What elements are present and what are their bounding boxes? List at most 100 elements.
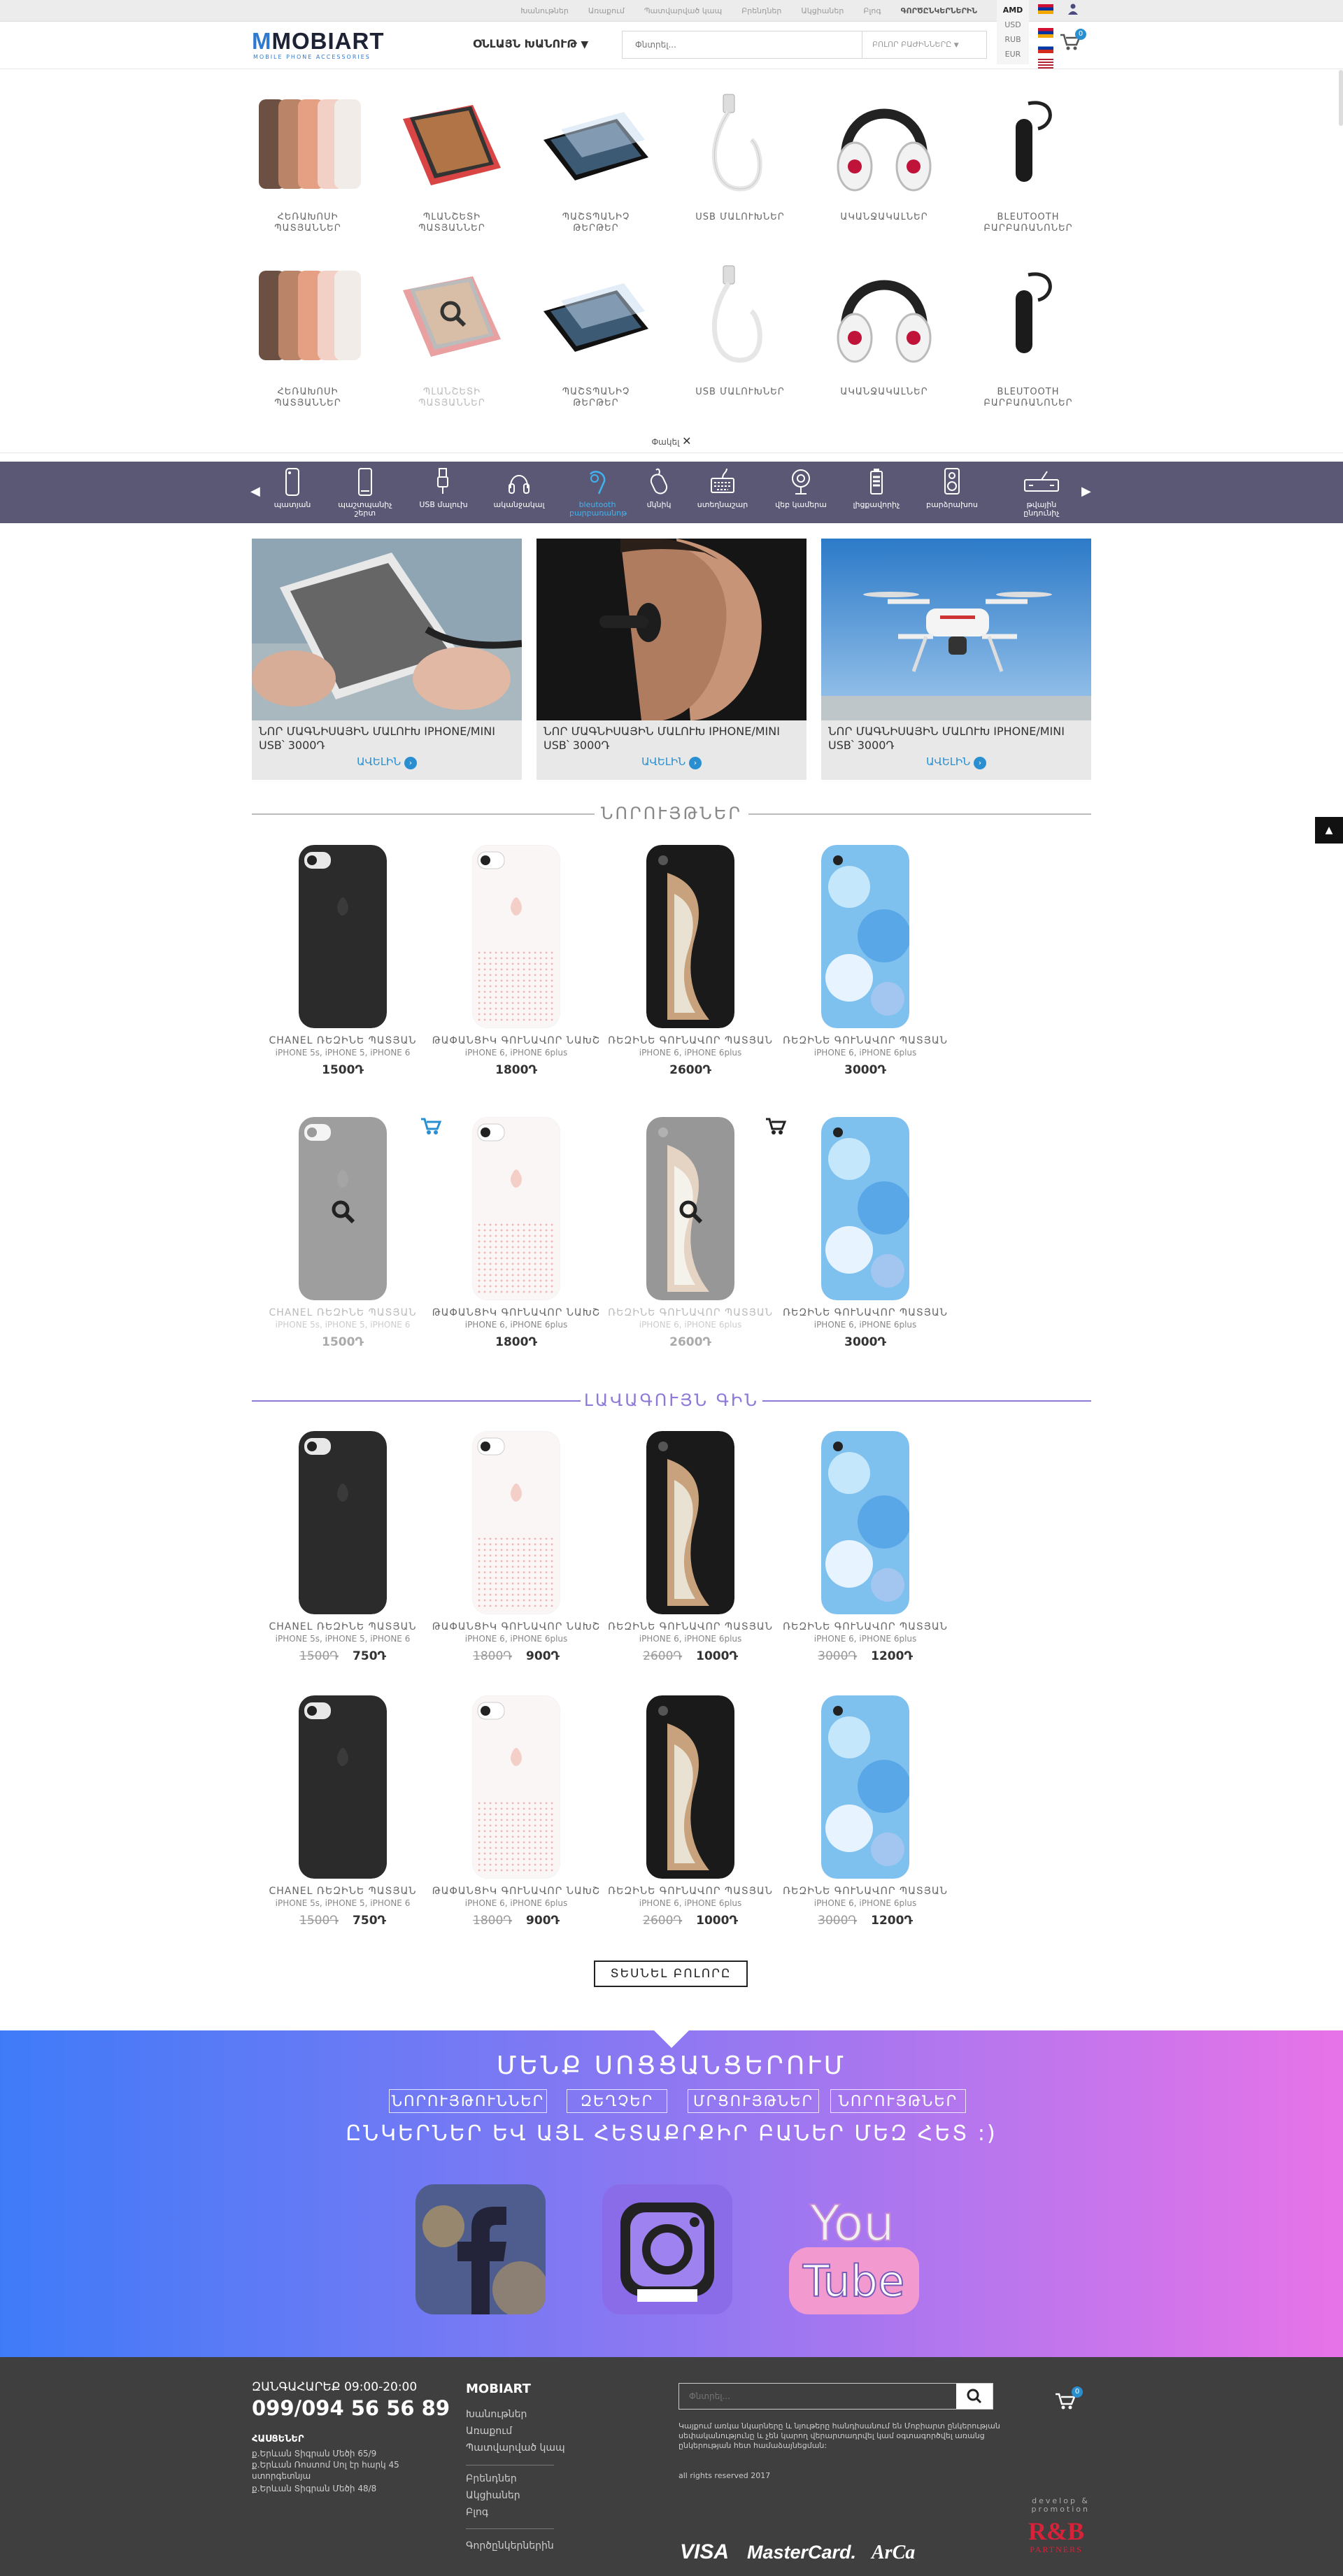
- header-cart[interactable]: 0: [1060, 29, 1086, 54]
- footer-link-brands[interactable]: Բրենդներ: [466, 2470, 520, 2487]
- product-card[interactable]: ՌԵԶԻՆԵ ԳՈՒՆԱՎՈՐ ՊԱՏՅԱՆ iPHONE 6, iPHONE …: [778, 1117, 953, 1355]
- top-nav-stores[interactable]: Խանութներ: [520, 6, 569, 15]
- category-label[interactable]: BLEUTOOTH ԲԱՐԲԱՌԱՆՈՆԵՐ: [972, 387, 1084, 409]
- category-label[interactable]: ԱԿԱՆՋԱԿԱԼՆԵՐ: [828, 387, 940, 398]
- headphones-image[interactable]: [828, 91, 940, 196]
- nav-item-protectors[interactable]: պաշտպանիչ շերտ: [337, 467, 393, 518]
- social-tag[interactable]: ՆՈՐՈՒՅԹՆԵՐ: [830, 2089, 966, 2113]
- usb-cables-image[interactable]: [684, 262, 796, 367]
- user-icon[interactable]: [1068, 3, 1078, 15]
- social-tag[interactable]: ԶԵՂՉԵՐ: [567, 2089, 667, 2113]
- product-card[interactable]: ՌԵԶԻՆԵ ԳՈՒՆԱՎՈՐ ՊԱՏՅԱՆ iPHONE 6, iPHONE …: [603, 1695, 778, 1933]
- top-nav-delivery[interactable]: Առաքում: [588, 6, 625, 15]
- russian-flag-icon[interactable]: [1038, 43, 1053, 53]
- product-card[interactable]: ՌԵԶԻՆԵ ԳՈՒՆԱՎՈՐ ՊԱՏՅԱՆ iPHONE 6, iPHONE …: [778, 1431, 953, 1669]
- product-name[interactable]: ԹԱՓԱՆՑԻԿ ԳՈՒՆԱՎՈՐ ՆԱԽՇ: [429, 1886, 604, 1897]
- product-name[interactable]: ԹԱՓԱՆՑԻԿ ԳՈՒՆԱՎՈՐ ՆԱԽՇ: [429, 1621, 604, 1632]
- product-image[interactable]: [299, 1431, 387, 1614]
- product-card[interactable]: ԹԱՓԱՆՑԻԿ ԳՈՒՆԱՎՈՐ ՆԱԽՇ iPHONE 6, iPHONE …: [429, 1431, 604, 1669]
- banner-more-link[interactable]: ԱՎԵԼԻՆ ›: [252, 755, 522, 769]
- category-label[interactable]: BLEUTOOTH ԲԱՐԲԱՌԱՆՈՆԵՐ: [972, 212, 1084, 234]
- product-name[interactable]: ԹԱՓԱՆՑԻԿ ԳՈՒՆԱՎՈՐ ՆԱԽՇ: [429, 1035, 604, 1046]
- product-card[interactable]: ԹԱՓԱՆՑԻԿ ԳՈՒՆԱՎՈՐ ՆԱԽՇ iPHONE 6, iPHONE …: [429, 1117, 604, 1355]
- bluetooth-headset-image[interactable]: [972, 91, 1084, 196]
- search-category-select[interactable]: ԲՈԼՈՐ ԲԱԺԻՆՆԵՐԸ ▼: [862, 31, 988, 58]
- top-nav-blog[interactable]: Բլոգ: [863, 6, 881, 15]
- product-image[interactable]: [646, 1431, 734, 1614]
- footer-link-contact[interactable]: Պատվարված կապ: [466, 2440, 565, 2456]
- nav-item-speaker[interactable]: բարձրախոս: [924, 467, 980, 509]
- bluetooth-headset-image[interactable]: [972, 262, 1084, 367]
- nav-item-usb[interactable]: USB մալուխ: [415, 467, 471, 509]
- product-image[interactable]: [299, 845, 387, 1028]
- product-card[interactable]: ԹԱՓԱՆՑԻԿ ԳՈՒՆԱՎՈՐ ՆԱԽՇ iPHONE 6, iPHONE …: [429, 845, 604, 1083]
- category-label[interactable]: USB ՄԱԼՈՒԽՆԵՐ: [684, 212, 796, 223]
- top-nav-brands[interactable]: Բրենդներ: [741, 6, 781, 15]
- currency-rub[interactable]: RUB: [997, 32, 1029, 47]
- category-label[interactable]: ՊԱՇՏՊԱՆԻՉ ԹԵՐԹԵՐ: [540, 387, 652, 409]
- product-name[interactable]: CHANEL ՌԵԶԻՆԵ ՊԱՏՅԱՆ: [255, 1035, 430, 1046]
- top-nav-sales[interactable]: Ակցիաներ: [801, 6, 844, 15]
- product-card[interactable]: ՌԵԶԻՆԵ ԳՈՒՆԱՎՈՐ ՊԱՏՅԱՆ iPHONE 6, iPHONE …: [778, 1695, 953, 1933]
- promo-banner[interactable]: ՆՈՐ ՄԱԳՆԻՍԱՅԻՆ ՄԱԼՈՒԽ IPHONE/MINI USB՝ 3…: [821, 539, 1091, 780]
- footer-search-input[interactable]: [679, 2384, 956, 2409]
- nav-item-cases[interactable]: պատյան: [264, 467, 320, 509]
- product-card[interactable]: CHANEL ՌԵԶԻՆԵ ՊԱՏՅԱՆ iPHONE 5s, iPHONE 5…: [255, 845, 430, 1083]
- product-image[interactable]: [472, 1431, 560, 1614]
- top-nav-partners[interactable]: ԳՈՐԾԸՆԿԵՐՆԵՐԻՆ: [901, 6, 977, 15]
- youtube-icon[interactable]: You Tube: [789, 2184, 919, 2314]
- screen-protectors-image[interactable]: [540, 91, 652, 196]
- armenian-flag-icon[interactable]: [1038, 4, 1053, 14]
- product-image[interactable]: [646, 845, 734, 1028]
- product-card[interactable]: CHANEL ՌԵԶԻՆԵ ՊԱՏՅԱՆ iPHONE 5s, iPHONE 5…: [255, 1431, 430, 1669]
- facebook-icon[interactable]: [415, 2184, 546, 2314]
- close-categories-button[interactable]: Փակել ✕: [630, 434, 713, 448]
- footer-link-stores[interactable]: Խանութներ: [466, 2406, 565, 2423]
- screen-protectors-image[interactable]: [540, 262, 652, 367]
- product-image[interactable]: [821, 845, 909, 1028]
- nav-item-bluetooth[interactable]: bleutooth բարբառանոթ: [569, 467, 627, 518]
- product-name[interactable]: ՌԵԶԻՆԵ ԳՈՒՆԱՎՈՐ ՊԱՏՅԱՆ: [603, 1886, 778, 1897]
- product-name[interactable]: CHANEL ՌԵԶԻՆԵ ՊԱՏՅԱՆ: [255, 1886, 430, 1897]
- logo[interactable]: MMOBIART MOBILE PHONE ACCESSORIES: [252, 29, 392, 64]
- partner-logo[interactable]: R&B: [1023, 2517, 1090, 2546]
- product-image[interactable]: [821, 1117, 909, 1300]
- nav-item-mouse[interactable]: մկնիկ: [631, 467, 687, 509]
- product-card[interactable]: ՌԵԶԻՆԵ ԳՈՒՆԱՎՈՐ ՊԱՏՅԱՆ iPHONE 6, iPHONE …: [778, 845, 953, 1083]
- product-image[interactable]: [472, 1695, 560, 1879]
- zoom-icon[interactable]: [678, 1200, 704, 1225]
- product-card[interactable]: ԹԱՓԱՆՑԻԿ ԳՈՒՆԱՎՈՐ ՆԱԽՇ iPHONE 6, iPHONE …: [429, 1695, 604, 1933]
- product-card[interactable]: ՌԵԶԻՆԵ ԳՈՒՆԱՎՈՐ ՊԱՏՅԱՆ iPHONE 6, iPHONE …: [603, 1117, 787, 1355]
- footer-cart[interactable]: 0: [1055, 2386, 1083, 2413]
- footer-link-sales[interactable]: Ակցիաներ: [466, 2487, 520, 2504]
- top-nav-contact[interactable]: Պատվարված կապ: [644, 6, 722, 15]
- product-card[interactable]: ՌԵԶԻՆԵ ԳՈՒՆԱՎՈՐ ՊԱՏՅԱՆ iPHONE 6, iPHONE …: [603, 1431, 778, 1669]
- banner-more-link[interactable]: ԱՎԵԼԻՆ ›: [537, 755, 806, 769]
- product-card[interactable]: ՌԵԶԻՆԵ ԳՈՒՆԱՎՈՐ ՊԱՏՅԱՆ iPHONE 6, iPHONE …: [603, 845, 778, 1083]
- product-name[interactable]: ՌԵԶԻՆԵ ԳՈՒՆԱՎՈՐ ՊԱՏՅԱՆ: [778, 1886, 953, 1897]
- footer-search-button[interactable]: [956, 2384, 993, 2409]
- scrollbar[interactable]: [1339, 70, 1343, 126]
- product-image[interactable]: [646, 1695, 734, 1879]
- back-to-top-button[interactable]: ▲: [1315, 817, 1343, 844]
- search-input[interactable]: [623, 31, 860, 58]
- product-name[interactable]: ՌԵԶԻՆԵ ԳՈՒՆԱՎՈՐ ՊԱՏՅԱՆ: [778, 1621, 953, 1632]
- category-label[interactable]: ԱԿԱՆՋԱԿԱԼՆԵՐ: [828, 212, 940, 223]
- headphones-image[interactable]: [828, 262, 940, 367]
- category-label[interactable]: ՀԵՌԱԽՈՍԻ ՊԱՏՅԱՆՆԵՐ: [252, 212, 364, 234]
- phone-cases-image[interactable]: [252, 262, 364, 367]
- nav-item-webcam[interactable]: վեբ կամերա: [773, 467, 829, 509]
- product-image[interactable]: [472, 1117, 560, 1300]
- next-arrow-icon[interactable]: ▶: [1081, 484, 1091, 499]
- product-image[interactable]: [299, 1695, 387, 1879]
- product-card[interactable]: CHANEL ՌԵԶԻՆԵ ՊԱՏՅԱՆ iPHONE 5s, iPHONE 5…: [255, 1117, 442, 1355]
- show-all-button[interactable]: ՏԵՍՆԵԼ ԲՈԼՈՐԸ: [594, 1961, 748, 1987]
- online-store-menu[interactable]: ՕՆԼԱՅՆ ԽԱՆՈՒԹ ▼: [473, 37, 588, 50]
- banner-more-link[interactable]: ԱՎԵԼԻՆ ›: [821, 755, 1091, 769]
- category-label[interactable]: ՀԵՌԱԽՈՍԻ ՊԱՏՅԱՆՆԵՐ: [252, 387, 364, 409]
- category-label[interactable]: ՊԼԱՆՇԵՏԻ ՊԱՏՅԱՆՆԵՐ: [396, 212, 508, 234]
- nav-item-charger[interactable]: լիցքավորիչ: [848, 467, 904, 509]
- product-name[interactable]: ՌԵԶԻՆԵ ԳՈՒՆԱՎՈՐ ՊԱՏՅԱՆ: [603, 1035, 778, 1046]
- currency-usd[interactable]: USD: [997, 17, 1029, 32]
- us-flag-icon[interactable]: [1038, 59, 1053, 69]
